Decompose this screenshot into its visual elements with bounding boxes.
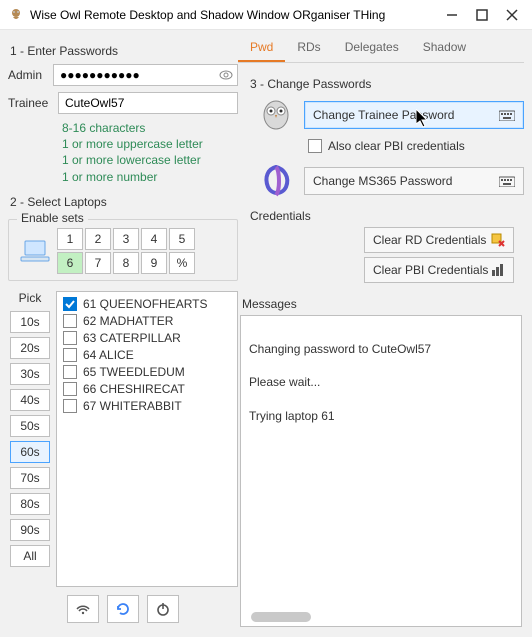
set-2-button[interactable]: 2 bbox=[85, 228, 111, 250]
pick-60s-button[interactable]: 60s bbox=[10, 441, 50, 463]
admin-label: Admin bbox=[8, 68, 53, 82]
set-4-button[interactable]: 4 bbox=[141, 228, 167, 250]
laptop-icon bbox=[15, 228, 55, 274]
set-1-button[interactable]: 1 bbox=[57, 228, 83, 250]
trainee-password-input[interactable] bbox=[58, 92, 238, 114]
tab-delegates[interactable]: Delegates bbox=[333, 34, 411, 62]
clear-rd-icon bbox=[491, 233, 505, 247]
enable-sets-group: Enable sets 1 2 3 4 5 6 7 8 9 % bbox=[8, 219, 238, 281]
list-item[interactable]: 66 CHESHIRECAT bbox=[63, 381, 231, 398]
clear-rd-credentials-button[interactable]: Clear RD Credentials bbox=[364, 227, 514, 253]
list-item[interactable]: 64 ALICE bbox=[63, 347, 231, 364]
pick-30s-button[interactable]: 30s bbox=[10, 363, 50, 385]
checkbox-icon[interactable] bbox=[63, 365, 77, 379]
checkbox-icon[interactable] bbox=[63, 314, 77, 328]
enable-sets-legend: Enable sets bbox=[17, 211, 88, 225]
power-button[interactable] bbox=[147, 595, 179, 623]
tab-shadow[interactable]: Shadow bbox=[411, 34, 478, 62]
wifi-button[interactable] bbox=[67, 595, 99, 623]
checkbox-icon[interactable] bbox=[63, 297, 77, 311]
rule-lower: 1 or more lowercase letter bbox=[62, 152, 238, 168]
pick-40s-button[interactable]: 40s bbox=[10, 389, 50, 411]
checkbox-icon[interactable] bbox=[63, 348, 77, 362]
section-1-title: 1 - Enter Passwords bbox=[10, 44, 238, 58]
checkbox-icon[interactable] bbox=[63, 399, 77, 413]
tab-bar: Pwd RDs Delegates Shadow bbox=[238, 34, 524, 63]
list-item[interactable]: 62 MADHATTER bbox=[63, 313, 231, 330]
rule-number: 1 or more number bbox=[62, 169, 238, 185]
credentials-title: Credentials bbox=[250, 209, 524, 223]
ms365-icon bbox=[258, 163, 298, 199]
maximize-button[interactable] bbox=[476, 9, 488, 21]
change-ms365-password-button[interactable]: Change MS365 Password bbox=[304, 167, 524, 195]
pick-all-button[interactable]: All bbox=[10, 545, 50, 567]
close-button[interactable] bbox=[506, 9, 518, 21]
messages-body: Changing password to CuteOwl57 Please wa… bbox=[249, 342, 431, 423]
section-3-title: 3 - Change Passwords bbox=[250, 77, 524, 91]
pick-80s-button[interactable]: 80s bbox=[10, 493, 50, 515]
trainee-label: Trainee bbox=[8, 96, 58, 110]
scrollbar-thumb[interactable] bbox=[251, 612, 311, 622]
keyboard-icon bbox=[499, 175, 515, 187]
password-rules: 8-16 characters 1 or more uppercase lett… bbox=[62, 120, 238, 185]
pick-label: Pick bbox=[19, 291, 42, 305]
messages-box[interactable]: Changing password to CuteOwl57 Please wa… bbox=[240, 315, 522, 627]
list-item[interactable]: 61 QUEENOFHEARTS bbox=[63, 296, 231, 313]
set-7-button[interactable]: 7 bbox=[85, 252, 111, 274]
messages-title: Messages bbox=[242, 297, 524, 311]
list-item[interactable]: 65 TWEEDLEDUM bbox=[63, 364, 231, 381]
set-6-button[interactable]: 6 bbox=[57, 252, 83, 274]
section-2-title: 2 - Select Laptops bbox=[10, 195, 238, 209]
pick-90s-button[interactable]: 90s bbox=[10, 519, 50, 541]
app-icon bbox=[8, 7, 24, 23]
pick-20s-button[interactable]: 20s bbox=[10, 337, 50, 359]
list-item[interactable]: 63 CATERPILLAR bbox=[63, 330, 231, 347]
reveal-password-icon[interactable] bbox=[218, 67, 234, 83]
rule-chars: 8-16 characters bbox=[62, 120, 238, 136]
keyboard-icon bbox=[499, 109, 515, 121]
clear-pbi-icon bbox=[491, 263, 505, 277]
owl-shield-icon bbox=[258, 97, 298, 133]
checkbox-icon[interactable] bbox=[63, 382, 77, 396]
also-clear-pbi-checkbox[interactable] bbox=[308, 139, 322, 153]
rule-upper: 1 or more uppercase letter bbox=[62, 136, 238, 152]
window-title: Wise Owl Remote Desktop and Shadow Windo… bbox=[30, 8, 446, 22]
tab-rds[interactable]: RDs bbox=[285, 34, 332, 62]
set-5-button[interactable]: 5 bbox=[169, 228, 195, 250]
set-3-button[interactable]: 3 bbox=[113, 228, 139, 250]
refresh-button[interactable] bbox=[107, 595, 139, 623]
pick-70s-button[interactable]: 70s bbox=[10, 467, 50, 489]
set-9-button[interactable]: 9 bbox=[141, 252, 167, 274]
change-trainee-password-button[interactable]: Change Trainee Password bbox=[304, 101, 524, 129]
checkbox-icon[interactable] bbox=[63, 331, 77, 345]
laptop-list[interactable]: 61 QUEENOFHEARTS 62 MADHATTER 63 CATERPI… bbox=[56, 291, 238, 587]
also-clear-pbi-label: Also clear PBI credentials bbox=[328, 139, 465, 153]
pick-50s-button[interactable]: 50s bbox=[10, 415, 50, 437]
clear-pbi-credentials-button[interactable]: Clear PBI Credentials bbox=[364, 257, 514, 283]
admin-password-input[interactable] bbox=[53, 64, 238, 86]
minimize-button[interactable] bbox=[446, 9, 458, 21]
title-bar: Wise Owl Remote Desktop and Shadow Windo… bbox=[0, 0, 532, 30]
set-8-button[interactable]: 8 bbox=[113, 252, 139, 274]
list-item[interactable]: 67 WHITERABBIT bbox=[63, 398, 231, 415]
pick-10s-button[interactable]: 10s bbox=[10, 311, 50, 333]
tab-pwd[interactable]: Pwd bbox=[238, 34, 285, 62]
set-pct-button[interactable]: % bbox=[169, 252, 195, 274]
